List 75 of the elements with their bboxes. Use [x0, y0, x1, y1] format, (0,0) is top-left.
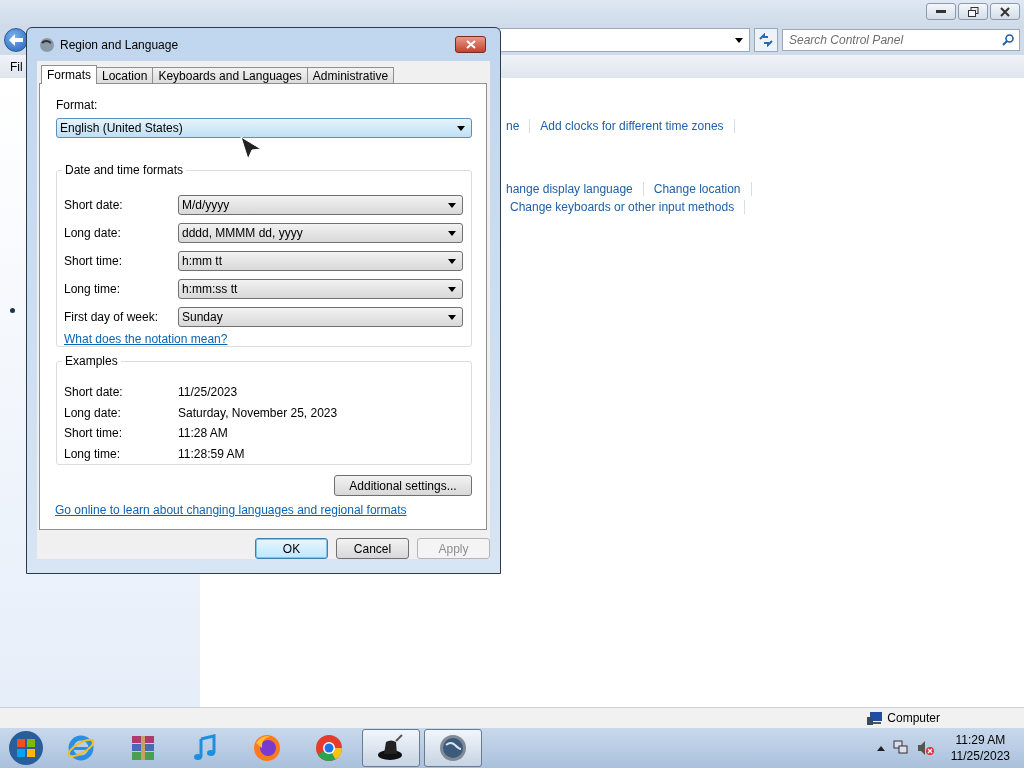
tab[interactable]: Location [96, 67, 154, 84]
clock[interactable]: 11:29 AM 11/25/2023 [950, 732, 1010, 764]
example-value: Saturday, November 25, 2023 [178, 405, 339, 420]
back-arrow-icon [9, 34, 23, 46]
hat-icon [376, 733, 406, 763]
refresh-icon [758, 33, 774, 47]
dialog-title: Region and Language [60, 37, 179, 52]
restore-icon [967, 6, 979, 17]
field-label: Format: [56, 98, 99, 112]
globe-icon [438, 733, 468, 763]
dialog-button[interactable]: OK [255, 538, 328, 559]
browser-icon [314, 733, 344, 763]
tab[interactable]: Formats [41, 65, 97, 84]
close-button[interactable] [990, 3, 1020, 20]
tab[interactable]: Keyboards and Languages [152, 67, 308, 84]
group-title: Examples [62, 354, 121, 368]
field-label: First day of week: [64, 310, 160, 324]
format-dropdown[interactable]: h:mm:ss tt [178, 279, 463, 299]
field-label: Short date: [64, 198, 124, 212]
dropdown-arrow-icon [457, 125, 465, 131]
taskbar-button[interactable] [362, 729, 420, 767]
close-icon [465, 40, 476, 49]
dropdown-arrow-icon [448, 202, 456, 208]
cursor-icon [240, 136, 262, 160]
field-label: Short time: [64, 254, 124, 268]
format-dropdown[interactable]: Sunday [178, 307, 463, 327]
format-dropdown[interactable]: M/d/yyyy [178, 195, 463, 215]
close-button[interactable] [455, 36, 486, 53]
task-link[interactable]: ne [506, 119, 531, 133]
online-help-link[interactable]: Go online to learn about changing languages and regional formats [55, 503, 407, 517]
dropdown-arrow-icon [448, 230, 456, 236]
dropdown-arrow-icon [448, 314, 456, 320]
example-label: Short time: [64, 426, 124, 441]
group-title: Date and time formats [62, 163, 187, 177]
minimize-button[interactable] [926, 3, 956, 20]
restore-button[interactable] [958, 3, 988, 20]
task-link[interactable]: hange display language [506, 182, 644, 196]
show-hidden-icons-icon[interactable] [876, 745, 885, 751]
format-dropdown[interactable]: h:mm tt [178, 251, 463, 271]
example-label: Long date: [64, 405, 122, 420]
additional-settings-button[interactable]: Additional settings... [334, 475, 472, 496]
refresh-button[interactable] [754, 28, 778, 52]
bullet-icon [10, 308, 15, 313]
notation-link[interactable]: What does the notation mean? [64, 332, 228, 346]
dropdown-arrow-icon [735, 37, 743, 43]
minimize-icon [936, 9, 946, 14]
field-label: Long time: [64, 282, 122, 296]
dialog-button[interactable]: Cancel [336, 538, 409, 559]
task-link[interactable]: Change keyboards or other input methods [510, 200, 746, 214]
format-dropdown[interactable]: English (United States) [56, 118, 472, 138]
close-icon [1000, 6, 1010, 17]
computer-icon [867, 711, 884, 725]
example-value: 11:28:59 AM [178, 446, 246, 461]
tab[interactable]: Administrative [306, 67, 395, 84]
task-link[interactable]: Add clocks for different time zones [540, 119, 735, 133]
example-label: Short date: [64, 385, 124, 400]
muted-speaker-icon[interactable] [916, 740, 935, 756]
dropdown-arrow-icon [448, 286, 456, 292]
search-icon[interactable] [1002, 34, 1014, 46]
field-label: Long date: [64, 226, 122, 240]
windows-logo-icon [8, 730, 44, 766]
format-dropdown[interactable]: dddd, MMMM dd, yyyy [178, 223, 463, 243]
example-value: 11/25/2023 [178, 385, 239, 400]
browser-icon [252, 733, 282, 763]
network-icon[interactable] [892, 740, 909, 756]
menu-item[interactable]: Fil [10, 59, 23, 74]
status-text: Computer [887, 711, 940, 725]
back-button[interactable] [4, 28, 28, 52]
dropdown-arrow-icon [448, 258, 456, 264]
example-label: Long time: [64, 446, 122, 461]
example-value: 11:28 AM [178, 426, 229, 441]
taskbar-button[interactable] [424, 729, 482, 767]
browser-icon [66, 733, 96, 763]
search-field[interactable]: Search Control Panel [782, 29, 1020, 51]
task-link[interactable]: Change location [653, 182, 752, 196]
